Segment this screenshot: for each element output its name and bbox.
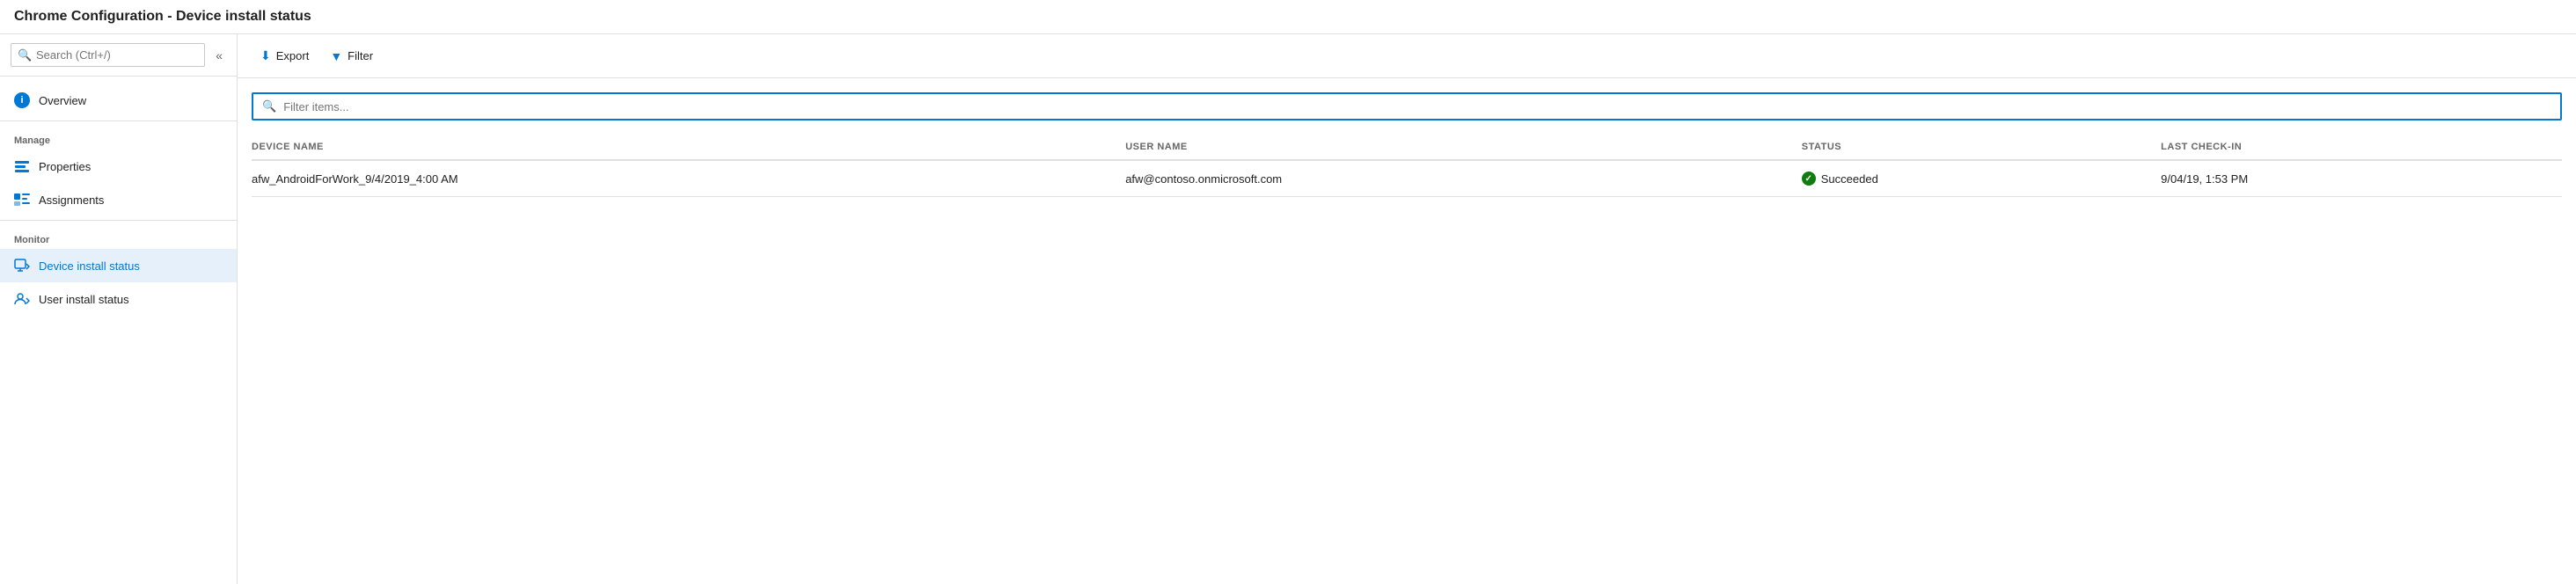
success-icon [1802,172,1816,186]
device-install-icon [14,258,30,274]
search-icon: 🔍 [18,48,32,62]
monitor-section-label: Monitor [0,224,237,249]
status-cell: Succeeded [1802,172,2147,186]
sidebar-navigation: i Overview Manage Properties [0,77,237,584]
manage-section-label: Manage [0,125,237,150]
cell-status: Succeeded [1802,160,2161,197]
assignments-icon [14,192,30,208]
sidebar-item-overview[interactable]: i Overview [0,84,237,117]
sidebar-item-device-install-status-label: Device install status [39,259,140,273]
col-device-name: DEVICE NAME [252,135,1125,160]
filter-input[interactable] [283,100,2551,113]
export-button[interactable]: ⬇ Export [252,43,318,69]
sidebar-item-overview-label: Overview [39,94,86,107]
properties-icon [14,158,30,174]
sidebar: 🔍 « i Overview Manage [0,34,238,584]
sidebar-item-properties[interactable]: Properties [0,150,237,183]
data-table: DEVICE NAME USER NAME STATUS LAST CHECK-… [252,135,2562,197]
sidebar-item-properties-label: Properties [39,160,91,173]
content-area: 🔍 DEVICE NAME USER NAME STATUS LAST CHEC… [238,78,2576,584]
sidebar-item-assignments[interactable]: Assignments [0,183,237,216]
filter-label: Filter [348,49,373,62]
info-icon: i [14,92,30,108]
table-row: afw_AndroidForWork_9/4/2019_4:00 AM afw@… [252,160,2562,197]
sidebar-item-user-install-status[interactable]: User install status [0,282,237,316]
sidebar-item-device-install-status[interactable]: Device install status [0,249,237,282]
export-label: Export [276,49,310,62]
toolbar: ⬇ Export ▼ Filter [238,34,2576,78]
table-header-row: DEVICE NAME USER NAME STATUS LAST CHECK-… [252,135,2562,160]
cell-user-name: afw@contoso.onmicrosoft.com [1125,160,1802,197]
filter-bar: 🔍 [252,92,2562,120]
sidebar-item-assignments-label: Assignments [39,193,104,207]
collapse-button[interactable]: « [212,47,226,64]
filter-search-icon: 🔍 [262,99,276,113]
col-user-name: USER NAME [1125,135,1802,160]
status-text: Succeeded [1821,172,1878,186]
main-content: ⬇ Export ▼ Filter 🔍 DEVICE NAME USER NAM… [238,34,2576,584]
col-status: STATUS [1802,135,2161,160]
monitor-divider [0,220,237,221]
sidebar-item-user-install-status-label: User install status [39,293,129,306]
user-install-icon [14,291,30,307]
manage-divider [0,120,237,121]
search-wrapper: 🔍 [11,43,205,67]
filter-button[interactable]: ▼ Filter [321,44,382,69]
page-title: Chrome Configuration - Device install st… [0,0,2576,34]
search-input[interactable] [11,43,205,67]
export-icon: ⬇ [260,48,271,63]
sidebar-search-area: 🔍 « [0,34,237,77]
filter-icon: ▼ [330,49,342,63]
col-last-check-in: LAST CHECK-IN [2161,135,2562,160]
cell-device-name: afw_AndroidForWork_9/4/2019_4:00 AM [252,160,1125,197]
cell-last-check-in: 9/04/19, 1:53 PM [2161,160,2562,197]
